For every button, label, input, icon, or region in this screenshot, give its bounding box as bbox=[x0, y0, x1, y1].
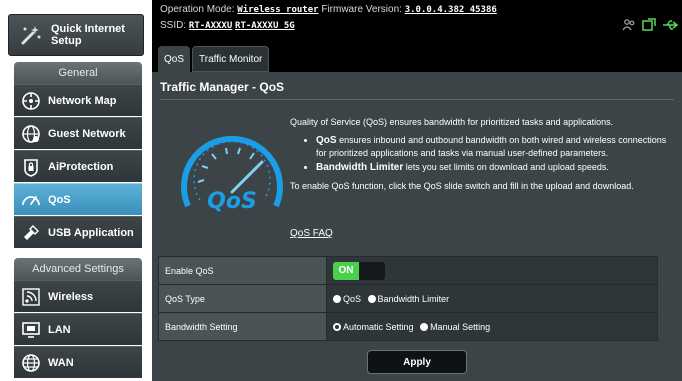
lan-icon bbox=[20, 319, 42, 341]
page-title: Traffic Manager - QoS bbox=[160, 80, 285, 94]
sidebar-item-usb-application[interactable]: USB Application bbox=[14, 216, 142, 248]
users-icon[interactable] bbox=[622, 18, 636, 37]
qos-speedometer-image: QoS bbox=[176, 122, 288, 222]
bandwidth-radio-manual[interactable] bbox=[420, 322, 429, 331]
tab-qos[interactable]: QoS bbox=[158, 46, 191, 72]
sidebar-item-wireless[interactable]: Wireless bbox=[14, 280, 142, 312]
guest-network-icon bbox=[20, 123, 42, 145]
sidebar-item-label: LAN bbox=[48, 323, 71, 336]
sidebar: Quick Internet Setup General Network Map… bbox=[0, 0, 152, 381]
sidebar-item-lan[interactable]: LAN bbox=[14, 313, 142, 345]
operation-mode-line: Operation Mode: Wireless router Firmware… bbox=[160, 4, 497, 15]
puzzle-icon bbox=[20, 222, 42, 244]
tab-traffic-monitor[interactable]: Traffic Monitor bbox=[192, 46, 270, 72]
table-row: Enable QoS ON bbox=[158, 256, 658, 285]
speedometer-icon bbox=[20, 189, 42, 211]
sidebar-item-wan[interactable]: WAN bbox=[14, 346, 142, 378]
ssid-line: SSID: RT-AXXXU RT-AXXXU_5G bbox=[160, 20, 295, 31]
ssid-5g-link[interactable]: RT-AXXXU_5G bbox=[235, 21, 295, 31]
qos-description: Quality of Service (QoS) ensures bandwid… bbox=[290, 116, 670, 198]
operation-mode-link[interactable]: Wireless router bbox=[237, 5, 318, 15]
bandwidth-radio-automatic[interactable] bbox=[333, 322, 341, 331]
enable-qos-cell: ON bbox=[326, 256, 658, 285]
qos-faq-link[interactable]: QoS FAQ bbox=[290, 228, 333, 239]
status-icons bbox=[622, 18, 679, 37]
sidebar-item-label: USB Application bbox=[48, 226, 134, 239]
quick-internet-setup-label: Quick Internet Setup bbox=[51, 23, 125, 47]
network-status-icon[interactable] bbox=[642, 18, 656, 37]
ssid-label: SSID: bbox=[160, 20, 187, 31]
speedo-text: QoS bbox=[207, 189, 257, 214]
qos-bullet: QoS ensures inbound and outbound bandwid… bbox=[316, 134, 670, 159]
toggle-on-label: ON bbox=[333, 261, 359, 280]
tab-bar: QoS Traffic Monitor bbox=[152, 44, 682, 72]
qos-type-radio-qos[interactable] bbox=[333, 294, 341, 303]
qos-type-option-label: QoS bbox=[343, 293, 362, 304]
toggle-knob bbox=[359, 261, 385, 280]
usb-icon[interactable] bbox=[662, 18, 679, 37]
bandwidth-limiter-term: Bandwidth Limiter bbox=[316, 162, 404, 173]
advanced-settings-header: Advanced Settings bbox=[14, 258, 142, 280]
qos-bullets: QoS ensures inbound and outbound bandwid… bbox=[316, 134, 670, 174]
qos-type-option-label: Bandwidth Limiter bbox=[377, 293, 450, 304]
sidebar-item-label: Guest Network bbox=[48, 127, 126, 140]
apply-button[interactable]: Apply bbox=[367, 350, 467, 374]
ssid-24g-link[interactable]: RT-AXXXU bbox=[189, 21, 232, 31]
globe-icon bbox=[20, 352, 42, 374]
quick-internet-setup-button[interactable]: Quick Internet Setup bbox=[8, 14, 144, 56]
qos-type-label: QoS Type bbox=[158, 284, 327, 313]
status-bar: Operation Mode: Wireless router Firmware… bbox=[152, 0, 682, 44]
qos-bullet-term: QoS bbox=[316, 135, 337, 146]
sidebar-item-label: WAN bbox=[48, 356, 74, 369]
bandwidth-option-label: Automatic Setting bbox=[343, 321, 414, 332]
qos-type-cell: QoS Bandwidth Limiter bbox=[326, 284, 658, 313]
operation-mode-label: Operation Mode: bbox=[160, 4, 235, 15]
wand-icon bbox=[17, 21, 45, 49]
sidebar-item-label: Wireless bbox=[48, 290, 94, 303]
bandwidth-setting-label: Bandwidth Setting bbox=[158, 312, 327, 341]
firmware-label: Firmware Version: bbox=[321, 4, 402, 15]
sidebar-item-guest-network[interactable]: Guest Network bbox=[14, 117, 142, 149]
enable-qos-toggle[interactable]: ON bbox=[333, 261, 385, 280]
general-header: General bbox=[14, 62, 142, 84]
qos-bullet-text: ensures inbound and outbound bandwidth o… bbox=[316, 135, 667, 158]
sidebar-item-network-map[interactable]: Network Map bbox=[14, 84, 142, 116]
lock-icon bbox=[20, 156, 42, 178]
enable-qos-label: Enable QoS bbox=[158, 256, 327, 285]
network-map-icon bbox=[20, 90, 42, 112]
title-divider bbox=[160, 99, 674, 100]
bandwidth-option-label: Manual Setting bbox=[430, 321, 491, 332]
sidebar-item-label: AiProtection bbox=[48, 160, 114, 173]
sidebar-item-label: Network Map bbox=[48, 94, 117, 107]
sidebar-item-qos[interactable]: QoS bbox=[14, 183, 142, 215]
qos-settings-table: Enable QoS ON QoS Type QoS Bandwidth Lim… bbox=[158, 256, 658, 341]
table-row: Bandwidth Setting Automatic Setting Manu… bbox=[158, 312, 658, 341]
bandwidth-setting-cell: Automatic Setting Manual Setting bbox=[326, 312, 658, 341]
sidebar-item-aiprotection[interactable]: AiProtection bbox=[14, 150, 142, 182]
wireless-icon bbox=[20, 286, 42, 308]
main-panel: Traffic Manager - QoS QoS Quality of Ser… bbox=[152, 72, 682, 381]
qos-type-radio-bandwidth-limiter[interactable] bbox=[367, 294, 376, 303]
firmware-version-link[interactable]: 3.0.0.4.382_45386 bbox=[405, 5, 497, 15]
table-row: QoS Type QoS Bandwidth Limiter bbox=[158, 284, 658, 313]
enable-hint: To enable QoS function, click the QoS sl… bbox=[290, 181, 634, 191]
sidebar-item-label: QoS bbox=[48, 193, 71, 206]
bandwidth-limiter-text: lets you set limits on download and uplo… bbox=[403, 162, 609, 172]
bandwidth-limiter-bullet: Bandwidth Limiter lets you set limits on… bbox=[316, 161, 670, 174]
qos-intro: Quality of Service (QoS) ensures bandwid… bbox=[290, 117, 614, 127]
